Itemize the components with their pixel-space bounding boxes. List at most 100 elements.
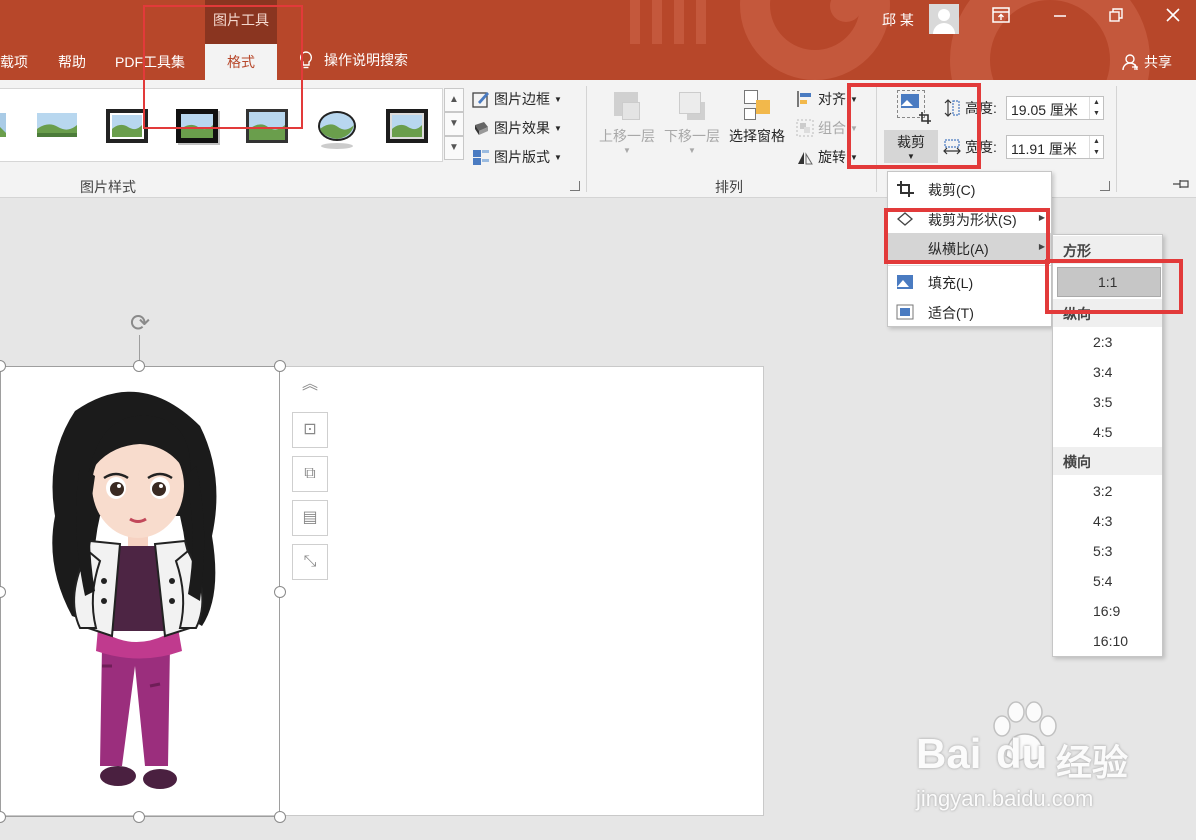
tab-addins[interactable]: 载项: [0, 52, 28, 72]
bring-forward-icon: [612, 90, 642, 122]
picture-style-thumb[interactable]: [176, 109, 220, 145]
ratio-3-4[interactable]: 3:4: [1053, 358, 1162, 388]
user-name[interactable]: 邱 某: [882, 10, 914, 30]
resize-handle[interactable]: [274, 586, 286, 598]
height-field[interactable]: 19.05 厘米 ▲ ▼: [1006, 96, 1104, 120]
picture-border-label: 图片边框: [494, 91, 550, 107]
resize-icon[interactable]: ⤡: [292, 544, 328, 580]
tell-me-label: 操作说明搜索: [324, 52, 408, 68]
crop-icon: [897, 181, 914, 197]
align-label: 对齐: [818, 91, 846, 107]
restore-icon[interactable]: [1100, 6, 1132, 32]
bring-forward-label: 上移一层: [599, 128, 655, 144]
rotate-handle-icon[interactable]: ⟳: [125, 311, 155, 337]
bring-forward-button[interactable]: 上移一层 ▼: [596, 90, 658, 155]
title-decoration: [630, 0, 710, 44]
title-decoration: [740, 0, 890, 80]
picture-styles-gallery: [0, 88, 443, 162]
minimize-icon[interactable]: [1044, 6, 1076, 32]
menu-item-aspect-ratio[interactable]: 纵横比(A) ▶: [888, 233, 1051, 263]
resize-handle[interactable]: [274, 811, 286, 823]
picture-styles-group-label: 图片样式: [80, 179, 136, 195]
size-launcher-icon[interactable]: [1100, 181, 1110, 191]
picture-style-thumb[interactable]: [316, 109, 358, 149]
picture-effects-icon: [475, 122, 488, 135]
picture-style-thumb[interactable]: [386, 109, 428, 143]
picture-tools-context-label: 图片工具: [205, 0, 277, 44]
pin-ribbon-icon[interactable]: [1172, 178, 1192, 193]
align-icon: [797, 91, 811, 107]
lightbulb-icon: [299, 51, 313, 69]
height-value: 19.05 厘米: [1011, 102, 1078, 118]
watermark-bai: Bai: [916, 730, 982, 777]
tab-pdf-tools[interactable]: PDF工具集: [115, 52, 185, 72]
picture-border-icon: [472, 92, 489, 108]
ratio-16-9[interactable]: 16:9: [1053, 597, 1162, 627]
picture-style-thumb[interactable]: [36, 109, 78, 141]
menu-item-crop[interactable]: 裁剪(C): [888, 174, 1051, 204]
gallery-up-icon[interactable]: ▲: [444, 88, 464, 112]
picture-layout-label: 图片版式: [494, 149, 550, 165]
watermark-du: du: [996, 730, 1048, 777]
gallery-down-icon[interactable]: ▼: [444, 112, 464, 136]
height-icon: [944, 99, 960, 117]
ratio-4-3[interactable]: 4:3: [1053, 507, 1162, 537]
send-backward-icon: [677, 90, 707, 122]
width-label: 宽度:: [965, 139, 997, 155]
picture-layout-button[interactable]: 图片版式 ▼: [472, 147, 562, 167]
crop-picture-icon: [893, 88, 931, 126]
picture-layout-icon: [473, 150, 489, 165]
ratio-3-5[interactable]: 3:5: [1053, 388, 1162, 418]
resize-handle[interactable]: [133, 811, 145, 823]
resize-handle[interactable]: [274, 360, 286, 372]
tab-help[interactable]: 帮助: [58, 52, 86, 72]
gallery-more-icon[interactable]: ▼: [444, 136, 464, 160]
ratio-5-3[interactable]: 5:3: [1053, 537, 1162, 567]
fill-icon: [897, 275, 913, 289]
bring-front-icon[interactable]: ⧉: [292, 456, 328, 492]
group-icon: [796, 119, 814, 137]
wrap-text-icon[interactable]: ▤: [292, 500, 328, 536]
menu-item-fill[interactable]: 填充(L): [888, 267, 1051, 297]
submenu-arrow-icon: ▶: [1038, 242, 1045, 251]
picture-styles-launcher-icon[interactable]: [570, 181, 580, 191]
height-spinner[interactable]: ▲ ▼: [1089, 97, 1103, 119]
ratio-16-10[interactable]: 16:10: [1053, 627, 1162, 657]
collapse-up-icon[interactable]: ︽: [292, 368, 328, 404]
ribbon-display-icon[interactable]: [985, 6, 1017, 32]
crop-button[interactable]: 裁剪 ▼: [884, 88, 938, 163]
send-backward-button[interactable]: 下移一层 ▼: [661, 90, 723, 155]
ratio-4-5[interactable]: 4:5: [1053, 418, 1162, 448]
width-spinner[interactable]: ▲ ▼: [1089, 136, 1103, 158]
close-icon[interactable]: [1157, 6, 1189, 32]
align-button[interactable]: 对齐 ▼: [796, 89, 858, 109]
share-button[interactable]: 共享: [1122, 52, 1172, 72]
ratio-3-2[interactable]: 3:2: [1053, 477, 1162, 507]
rotate-label: 旋转: [818, 149, 846, 165]
ratio-1-1[interactable]: 1:1: [1057, 267, 1161, 297]
avatar[interactable]: [929, 4, 959, 34]
send-backward-label: 下移一层: [664, 128, 720, 144]
resize-handle[interactable]: [133, 360, 145, 372]
tell-me-search[interactable]: 操作说明搜索: [298, 50, 408, 70]
layout-options-icon[interactable]: ⊡: [292, 412, 328, 448]
picture-selection-frame: [0, 366, 280, 817]
section-portrait: 纵向: [1053, 299, 1162, 327]
picture-style-thumb[interactable]: [246, 109, 288, 143]
picture-border-button[interactable]: 图片边框 ▼: [472, 89, 562, 109]
picture-effects-label: 图片效果: [494, 120, 550, 136]
tab-format[interactable]: 格式: [205, 44, 277, 80]
group-button[interactable]: 组合 ▼: [796, 118, 858, 138]
picture-effects-button[interactable]: 图片效果 ▼: [472, 118, 562, 138]
width-field[interactable]: 11.91 厘米 ▲ ▼: [1006, 135, 1104, 159]
selection-pane-button[interactable]: 选择窗格: [726, 90, 788, 146]
ratio-5-4[interactable]: 5:4: [1053, 567, 1162, 597]
rotate-button[interactable]: 旋转 ▼: [796, 147, 858, 167]
menu-item-crop-to-shape[interactable]: 裁剪为形状(S) ▶: [888, 204, 1051, 234]
menu-item-fit[interactable]: 适合(T): [888, 297, 1051, 327]
menu-divider: [888, 265, 1051, 266]
picture-style-thumb[interactable]: [106, 109, 148, 143]
rotate-icon: [798, 152, 813, 165]
picture-style-thumb[interactable]: [0, 109, 30, 141]
ratio-2-3[interactable]: 2:3: [1053, 328, 1162, 358]
